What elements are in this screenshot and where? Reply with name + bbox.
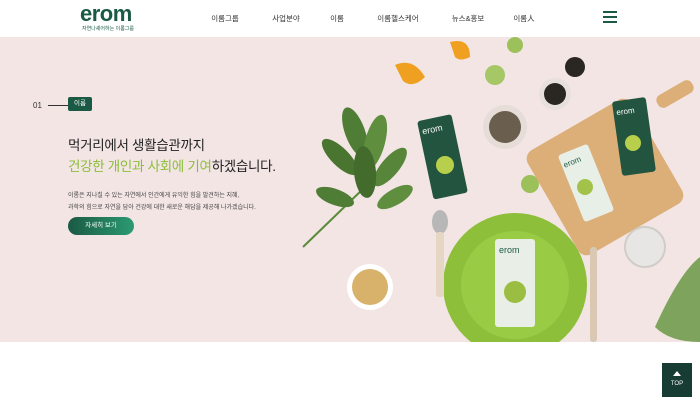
main-nav: 이롬그룹 사업분야 이롬 이롬헬스케어 뉴스&홍보 이롬人 — [195, 0, 551, 37]
menu-bar — [603, 16, 617, 18]
slide-divider — [48, 105, 68, 106]
black-beans — [544, 83, 566, 105]
brussels-sprout — [485, 65, 505, 85]
product-pack: erom — [417, 114, 468, 200]
hero-slider: 01 이롬 먹거리에서 생활습관까지 건강한 개인과 사회에 기여하겠습니다. … — [0, 37, 700, 342]
chickpeas — [352, 269, 388, 305]
nav-item-erom[interactable]: 이롬 — [317, 0, 357, 37]
black-bean-pile — [565, 57, 585, 77]
logo-wordmark: erom — [80, 1, 132, 26]
top-button-label: TOP — [670, 381, 684, 387]
spoon-handle — [436, 232, 444, 297]
more-button[interactable]: 자세히 보기 — [68, 217, 134, 235]
slide-number: 01 — [33, 101, 42, 110]
nav-item-healthcare[interactable]: 이롬헬스케어 — [357, 0, 439, 37]
nav-item-erom-group[interactable]: 이롬그룹 — [195, 0, 255, 37]
erom-logo[interactable]: erom 자연나셰어하는 이롬그룹 — [80, 1, 140, 33]
product-pack-logo: erom — [499, 245, 520, 255]
pumpkin-slice — [450, 41, 470, 60]
product-pack: erom — [495, 239, 535, 327]
menu-bar — [603, 11, 617, 13]
fork — [590, 247, 597, 342]
hero-headline-line2: 건강한 개인과 사회에 기여하겠습니다. — [68, 155, 276, 175]
category-tag: 이롬 — [68, 97, 92, 111]
water-glass — [624, 226, 666, 268]
site-header: erom 자연나셰어하는 이롬그룹 이롬그룹 사업분야 이롬 이롬헬스케어 뉴스… — [0, 0, 700, 37]
nav-item-news[interactable]: 뉴스&홍보 — [439, 0, 497, 37]
hero-description-line1: 이롬은 지나칠 수 있는 자연에서 인간에게 유익한 힘을 발견하는 지혜, — [68, 193, 240, 199]
menu-bar — [603, 21, 617, 23]
kale-leaf — [655, 257, 700, 342]
hero-headline-line1: 먹거리에서 생활습관까지 — [68, 138, 205, 153]
headline-highlight: 건강한 개인과 사회에 기여 — [68, 159, 212, 174]
brussels-sprout — [507, 37, 523, 53]
headline-rest: 하겠습니다. — [211, 159, 276, 174]
nav-item-people[interactable]: 이롬人 — [497, 0, 551, 37]
content-section — [0, 342, 700, 400]
hero-product-illustration: erom erom erom erom — [302, 37, 700, 342]
hero-description-line2: 과학의 힘으로 자연을 담아 건강에 대한 새로운 해답을 제공해 나가겠습니다… — [68, 205, 256, 211]
herb-leaves — [302, 107, 413, 248]
logo-tagline: 자연나셰어하는 이롬그룹 — [82, 26, 134, 32]
nav-item-business[interactable]: 사업분야 — [255, 0, 317, 37]
scroll-top-button[interactable]: TOP — [662, 363, 692, 397]
arrow-up-icon — [673, 371, 681, 376]
menu-icon[interactable] — [603, 11, 617, 23]
seeds — [489, 111, 521, 143]
pumpkin-slice — [395, 62, 425, 85]
spoon — [432, 210, 448, 234]
